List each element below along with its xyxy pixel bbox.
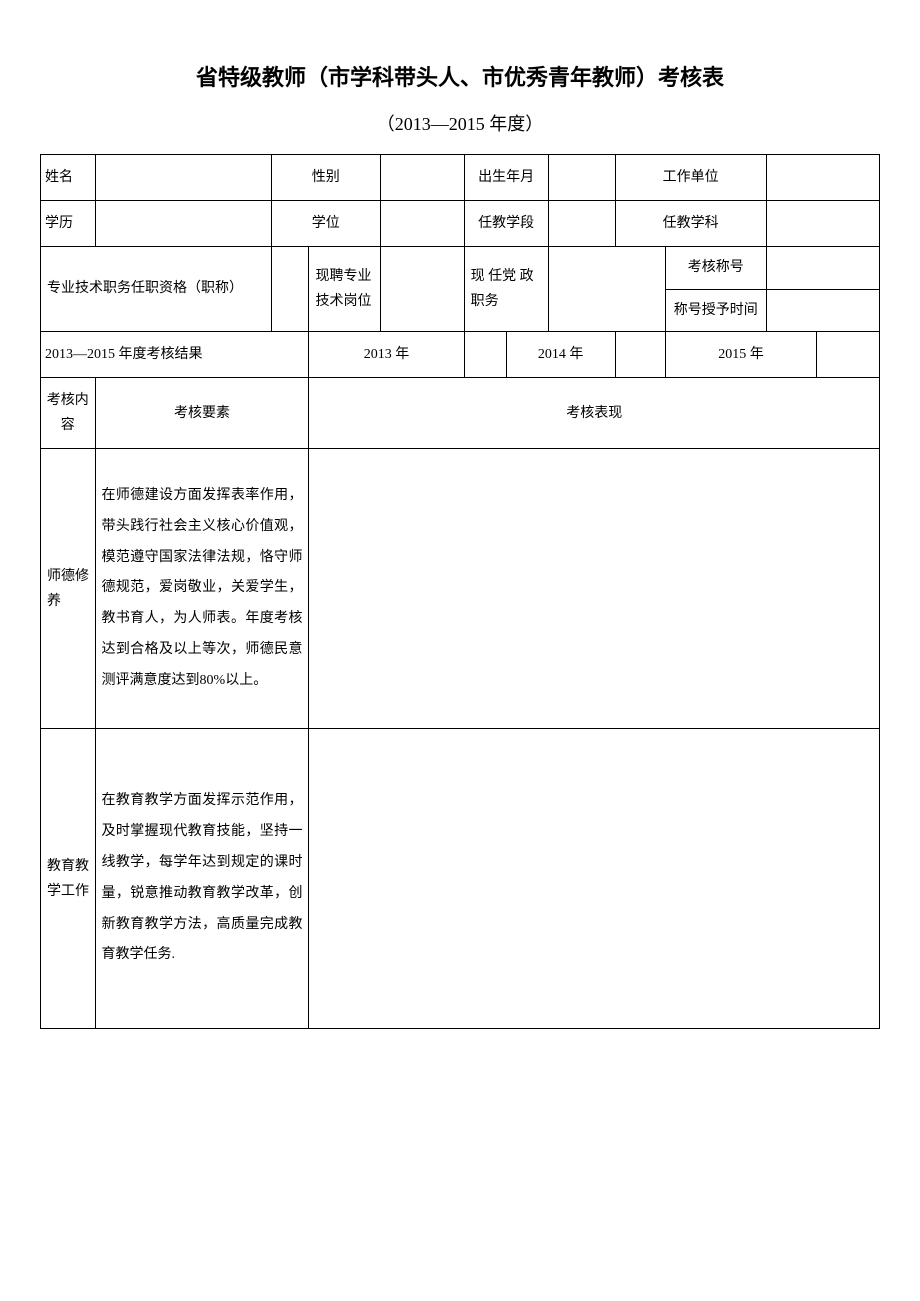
label-results: 2013—2015 年度考核结果 (41, 331, 309, 377)
table-row: 考核内容 考核要素 考核表现 (41, 377, 880, 448)
label-subject: 任教学科 (615, 201, 766, 247)
table-row: 教育教学工作 在教育教学方面发挥示范作用，及时掌握现代教育技能，坚持一线教学，每… (41, 729, 880, 1029)
value-prof-title (271, 247, 309, 331)
label-education: 学历 (41, 201, 96, 247)
value-name (95, 155, 271, 201)
label-stage: 任教学段 (464, 201, 548, 247)
value-gender (380, 155, 464, 201)
label-assess-title: 考核称号 (665, 247, 766, 289)
row2-elements: 在教育教学方面发挥示范作用，及时掌握现代教育技能，坚持一线教学，每学年达到规定的… (95, 729, 309, 1029)
value-education (95, 201, 271, 247)
value-degree (380, 201, 464, 247)
value-subject (766, 201, 879, 247)
value-grant-time (766, 289, 879, 331)
table-row: 专业技术职务任职资格（职称） 现聘专业技术岗位 现 任党 政职务 考核称号 (41, 247, 880, 289)
row2-content: 教育教学工作 (41, 729, 96, 1029)
label-2015: 2015 年 (665, 331, 816, 377)
row1-perf (309, 449, 880, 729)
value-workunit (766, 155, 879, 201)
value-2013 (464, 331, 506, 377)
label-degree: 学位 (271, 201, 380, 247)
table-row: 师德修养 在师德建设方面发挥表率作用，带头践行社会主义核心价值观，模范遵守国家法… (41, 449, 880, 729)
page-subtitle: （2013—2015 年度） (40, 110, 880, 136)
value-party-post (548, 247, 665, 331)
label-gender: 性别 (271, 155, 380, 201)
table-row: 2013—2015 年度考核结果 2013 年 2014 年 2015 年 (41, 331, 880, 377)
label-workunit: 工作单位 (615, 155, 766, 201)
label-2014: 2014 年 (506, 331, 615, 377)
page-title: 省特级教师（市学科带头人、市优秀青年教师）考核表 (40, 60, 880, 92)
label-name: 姓名 (41, 155, 96, 201)
row1-elements: 在师德建设方面发挥表率作用，带头践行社会主义核心价值观，模范遵守国家法律法规，恪… (95, 449, 309, 729)
assessment-table: 姓名 性别 出生年月 工作单位 学历 学位 任教学段 任教学科 专业技术职务任职… (40, 154, 880, 1029)
row1-content: 师德修养 (41, 449, 96, 729)
value-2015 (816, 331, 879, 377)
label-party-post: 现 任党 政职务 (464, 247, 548, 331)
label-2013: 2013 年 (309, 331, 464, 377)
value-current-post (380, 247, 464, 331)
label-birth: 出生年月 (464, 155, 548, 201)
row2-perf (309, 729, 880, 1029)
table-row: 姓名 性别 出生年月 工作单位 (41, 155, 880, 201)
table-row: 学历 学位 任教学段 任教学科 (41, 201, 880, 247)
label-assess-elements: 考核要素 (95, 377, 309, 448)
label-prof-title: 专业技术职务任职资格（职称） (41, 247, 272, 331)
label-grant-time: 称号授予时间 (665, 289, 766, 331)
value-stage (548, 201, 615, 247)
label-current-post: 现聘专业技术岗位 (309, 247, 380, 331)
label-assess-perf: 考核表现 (309, 377, 880, 448)
value-assess-title (766, 247, 879, 289)
value-birth (548, 155, 615, 201)
value-2014 (615, 331, 665, 377)
label-assess-content: 考核内容 (41, 377, 96, 448)
